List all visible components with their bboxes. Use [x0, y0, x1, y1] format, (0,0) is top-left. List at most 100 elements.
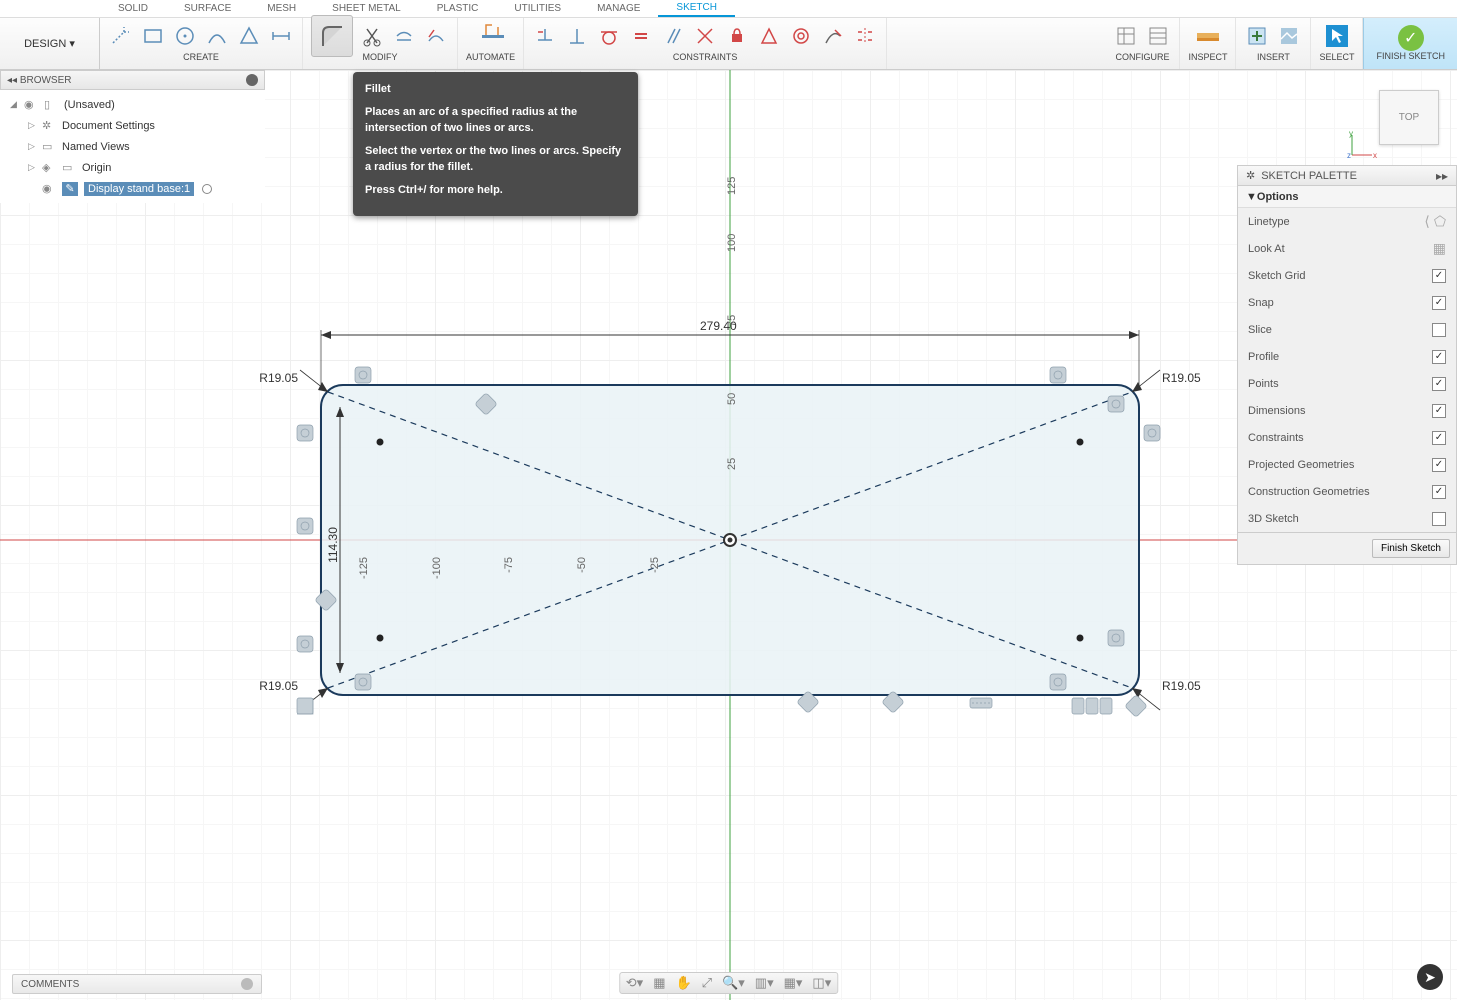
sketch-icon: ✎ [62, 182, 78, 196]
create-label[interactable]: CREATE [183, 52, 219, 64]
checkbox[interactable] [1432, 512, 1446, 526]
look-icon[interactable]: ▦ [653, 975, 665, 991]
fillet-tooltip: Fillet Places an arc of a specified radi… [353, 72, 638, 216]
sketch-palette: ✲ SKETCH PALETTE ▸▸ ▼ Options Linetype⟨⬠… [1237, 165, 1457, 565]
browser-panel: ◂◂ BROWSER ◢ ◉ ▯ (Unsaved) ▷ ✲ Document … [0, 70, 265, 203]
configure-label[interactable]: CONFIGURE [1115, 52, 1169, 64]
curvature-constraint-icon[interactable] [820, 23, 846, 49]
opt-construction: Construction Geometries [1238, 478, 1456, 505]
tab-solid[interactable]: SOLID [100, 1, 166, 16]
orbit-icon[interactable]: ⟲▾ [626, 975, 643, 991]
opt-3d-sketch: 3D Sketch [1238, 505, 1456, 532]
arc-tool-icon[interactable] [204, 23, 230, 49]
extend-tool-icon[interactable] [391, 23, 417, 49]
tree-named-views[interactable]: ▷ ▭ Named Views [0, 136, 265, 157]
midpoint-constraint-icon[interactable] [756, 23, 782, 49]
automate-tool-icon[interactable] [478, 23, 504, 49]
expand-icon[interactable]: ◢ [10, 99, 18, 110]
active-sketch-radio[interactable] [202, 184, 212, 194]
browser-header[interactable]: ◂◂ BROWSER [0, 70, 265, 90]
palette-options-header[interactable]: ▼ Options [1238, 186, 1456, 208]
fillet-tool-icon[interactable] [311, 15, 353, 57]
pan-icon[interactable]: ✋ [675, 975, 691, 991]
insert-label[interactable]: INSERT [1257, 52, 1290, 64]
concentric-constraint-icon[interactable] [788, 23, 814, 49]
finish-sketch-button-palette[interactable]: Finish Sketch [1372, 539, 1450, 558]
tree-origin[interactable]: ▷ ◈ ▭ Origin [0, 157, 265, 178]
insert-icon-2[interactable] [1276, 23, 1302, 49]
inspect-label[interactable]: INSPECT [1188, 52, 1227, 64]
toolbar: DESIGN ▾ CREATE MODIFY AUTOMATE [0, 18, 1457, 70]
opt-lookat[interactable]: Look At▦ [1238, 235, 1456, 262]
trim-tool-icon[interactable] [359, 23, 385, 49]
comments-collapse-icon[interactable] [241, 978, 253, 990]
tab-sheet-metal[interactable]: SHEET METAL [314, 1, 419, 16]
checkbox[interactable] [1432, 269, 1446, 283]
tab-sketch[interactable]: SKETCH [658, 0, 735, 17]
grid-icon[interactable]: ▦▾ [784, 975, 803, 991]
tangent-constraint-icon[interactable] [596, 23, 622, 49]
modify-label[interactable]: MODIFY [363, 52, 398, 64]
tab-mesh[interactable]: MESH [249, 1, 314, 16]
parallel-constraint-icon[interactable] [660, 23, 686, 49]
perpendicular-constraint-icon[interactable] [564, 23, 590, 49]
offset-tool-icon[interactable] [423, 23, 449, 49]
select-icon[interactable] [1324, 23, 1350, 49]
polygon-tool-icon[interactable] [236, 23, 262, 49]
visibility-icon[interactable]: ◉ [42, 182, 56, 195]
design-dropdown[interactable]: DESIGN ▾ [0, 18, 100, 69]
checkbox[interactable] [1432, 323, 1446, 337]
checkbox[interactable] [1432, 458, 1446, 472]
feedback-icon[interactable]: ➤ [1417, 964, 1443, 990]
expand-icon[interactable]: ▸▸ [1436, 169, 1448, 183]
tab-utilities[interactable]: UTILITIES [496, 1, 579, 16]
checkbox[interactable] [1432, 377, 1446, 391]
coincident-constraint-icon[interactable] [692, 23, 718, 49]
viewport-icon[interactable]: ◫▾ [812, 975, 831, 991]
visibility-icon[interactable]: ◉ [24, 98, 38, 111]
tab-plastic[interactable]: PLASTIC [419, 1, 497, 16]
configure-icon-1[interactable] [1113, 23, 1139, 49]
insert-icon-1[interactable] [1244, 23, 1270, 49]
visibility-icon[interactable]: ◈ [42, 161, 56, 174]
line-tool-icon[interactable] [108, 23, 134, 49]
expand-icon[interactable]: ▷ [28, 162, 36, 173]
expand-icon[interactable]: ▷ [28, 141, 36, 152]
circle-tool-icon[interactable] [172, 23, 198, 49]
fix-constraint-icon[interactable] [724, 23, 750, 49]
group-insert: INSERT [1236, 18, 1311, 69]
checkbox[interactable] [1432, 485, 1446, 499]
group-automate: AUTOMATE [458, 18, 524, 69]
comments-bar[interactable]: COMMENTS [12, 974, 262, 994]
tree-root[interactable]: ◢ ◉ ▯ (Unsaved) [0, 94, 265, 115]
viewcube[interactable]: TOP [1379, 90, 1439, 145]
finish-sketch-button[interactable]: ✓ FINISH SKETCH [1363, 18, 1457, 69]
automate-label[interactable]: AUTOMATE [466, 52, 515, 64]
tree-sketch-item[interactable]: ◉ ✎ Display stand base:1 [0, 178, 265, 199]
inspect-icon[interactable] [1195, 23, 1221, 49]
configure-icon-2[interactable] [1145, 23, 1171, 49]
dimension-tool-icon[interactable] [268, 23, 294, 49]
tree-doc-settings[interactable]: ▷ ✲ Document Settings [0, 115, 265, 136]
svg-text:R19.05: R19.05 [1162, 371, 1201, 385]
constraints-label[interactable]: CONSTRAINTS [673, 52, 738, 64]
equal-constraint-icon[interactable] [628, 23, 654, 49]
checkbox[interactable] [1432, 350, 1446, 364]
select-label[interactable]: SELECT [1319, 52, 1354, 64]
tab-surface[interactable]: SURFACE [166, 1, 249, 16]
browser-collapse-icon[interactable] [246, 74, 258, 86]
rectangle-tool-icon[interactable] [140, 23, 166, 49]
fit-icon[interactable]: 🔍▾ [722, 975, 745, 991]
tab-manage[interactable]: MANAGE [579, 1, 658, 16]
horizontal-constraint-icon[interactable] [532, 23, 558, 49]
checkbox[interactable] [1432, 404, 1446, 418]
expand-icon[interactable]: ▷ [28, 120, 36, 131]
checkbox[interactable] [1432, 296, 1446, 310]
display-icon[interactable]: ▥▾ [755, 975, 774, 991]
symmetry-constraint-icon[interactable] [852, 23, 878, 49]
palette-titlebar[interactable]: ✲ SKETCH PALETTE ▸▸ [1238, 166, 1456, 186]
svg-text:100: 100 [726, 234, 738, 252]
checkbox[interactable] [1432, 431, 1446, 445]
zoom-icon[interactable]: ⤢ [702, 975, 712, 991]
opt-linetype[interactable]: Linetype⟨⬠ [1238, 208, 1456, 235]
